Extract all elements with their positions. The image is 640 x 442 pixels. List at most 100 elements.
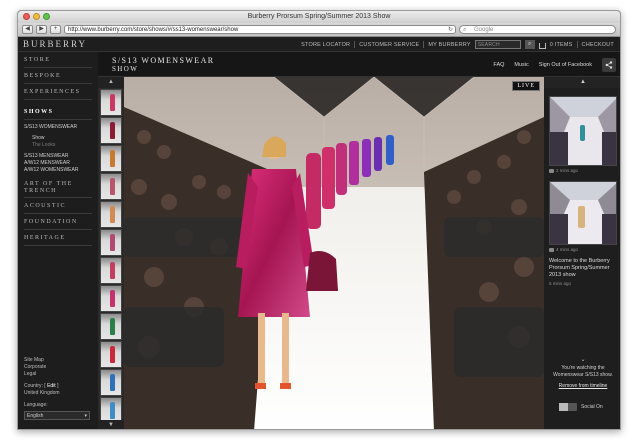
country-value: United Kingdom bbox=[24, 390, 60, 396]
sidebar-sub-ss13-womenswear[interactable]: S/S13 WOMENSWEAR bbox=[24, 124, 92, 131]
store-locator-link[interactable]: STORE LOCATOR bbox=[301, 42, 350, 48]
minimize-window-button[interactable] bbox=[33, 13, 40, 20]
site-header: BURBERRY STORE LOCATOR CUSTOMER SERVICE … bbox=[18, 37, 620, 52]
site-map-link[interactable]: Site Map bbox=[24, 357, 90, 364]
search-icon[interactable]: ⌕ bbox=[524, 40, 535, 49]
address-bar[interactable]: http://www.burberry.com/store/shows/#/ss… bbox=[64, 25, 456, 34]
sidebar-sub-the-looks[interactable]: The Looks bbox=[24, 142, 92, 149]
look-figure bbox=[110, 234, 115, 251]
corporate-link[interactable]: Corporate bbox=[24, 364, 90, 371]
chevron-down-icon[interactable]: ▼ bbox=[98, 420, 124, 429]
look-figure bbox=[110, 206, 115, 223]
browser-toolbar: ◀ ▶ + http://www.burberry.com/store/show… bbox=[18, 23, 620, 37]
timeline-text-post: Welcome to the Burberry Prorsum Spring/S… bbox=[549, 258, 610, 278]
sidebar-item-acoustic[interactable]: ACOUSTIC bbox=[24, 198, 92, 214]
forward-button[interactable]: ▶ bbox=[36, 25, 47, 34]
look-figure bbox=[110, 122, 115, 139]
sidebar-sub-aw12-menswear[interactable]: A/W12 MENSWEAR bbox=[24, 160, 92, 167]
share-icon bbox=[605, 60, 613, 69]
sidebar-item-experiences[interactable]: EXPERIENCES bbox=[24, 84, 92, 100]
post-meta-3: 6 mins ago bbox=[549, 281, 617, 286]
runway-photo-thumbnail bbox=[550, 182, 616, 244]
sidebar-item-art-of-the-trench[interactable]: ART OF THE TRENCH bbox=[24, 178, 92, 198]
runway-photo-thumbnail bbox=[550, 97, 616, 165]
show-title: S/S13 WOMENSWEAR SHOW bbox=[112, 57, 214, 74]
watching-notice: You're watching the Womenswear S/S13 sho… bbox=[549, 365, 617, 390]
chevron-up-icon[interactable]: ▲ bbox=[544, 77, 620, 88]
timeline-photo-1[interactable] bbox=[549, 96, 617, 166]
post-time: 2 mins ago bbox=[556, 168, 579, 173]
remove-from-timeline-link[interactable]: Remove from timeline bbox=[549, 383, 617, 390]
social-toggle-row: Social On bbox=[559, 403, 603, 411]
look-thumbnail[interactable] bbox=[100, 173, 122, 200]
site-search-input[interactable]: SEARCH bbox=[474, 40, 521, 49]
edit-country-link[interactable]: Edit bbox=[47, 383, 56, 389]
divider bbox=[423, 41, 425, 48]
look-thumbnail[interactable] bbox=[100, 89, 122, 116]
window-title: Burberry Prorsum Spring/Summer 2013 Show bbox=[247, 13, 391, 20]
look-thumbnail[interactable] bbox=[100, 201, 122, 228]
look-thumbnail[interactable] bbox=[100, 117, 122, 144]
look-figure bbox=[110, 346, 115, 363]
my-burberry-link[interactable]: MY BURBERRY bbox=[428, 42, 470, 48]
legal-link[interactable]: Legal bbox=[24, 371, 90, 378]
language-value: English bbox=[27, 413, 44, 419]
look-thumbnail[interactable] bbox=[100, 313, 122, 340]
look-thumbnail[interactable] bbox=[100, 369, 122, 396]
checkout-link[interactable]: CHECKOUT bbox=[582, 42, 614, 48]
country-row: Country: [ Edit ] bbox=[24, 383, 59, 389]
timeline-photo-2[interactable] bbox=[549, 181, 617, 245]
look-figure bbox=[110, 150, 115, 167]
post-meta-2: 4 mins ago bbox=[549, 247, 617, 252]
browser-search-field[interactable]: ⌕ Google bbox=[459, 25, 616, 34]
live-badge: LIVE bbox=[512, 81, 540, 91]
sidebar-item-heritage[interactable]: HERITAGE bbox=[24, 230, 92, 246]
social-toggle[interactable] bbox=[559, 403, 577, 411]
share-button[interactable] bbox=[602, 57, 616, 72]
language-select[interactable]: English ▾ bbox=[24, 411, 90, 420]
shopping-bag-icon[interactable] bbox=[538, 42, 546, 49]
sidebar-sub-aw12-womenswear[interactable]: A/W12 WOMENSWEAR bbox=[24, 167, 92, 174]
sidebar-sub-show[interactable]: Show bbox=[24, 135, 92, 142]
look-figure bbox=[110, 402, 115, 419]
look-thumbnail[interactable] bbox=[100, 257, 122, 284]
sidebar-item-bespoke[interactable]: BESPOKE bbox=[24, 68, 92, 84]
sidebar-sub-ss13-menswear[interactable]: S/S13 MENSWEAR bbox=[24, 153, 92, 160]
watching-text: You're watching the Womenswear S/S13 sho… bbox=[553, 365, 613, 378]
music-link[interactable]: Music bbox=[514, 62, 528, 68]
bag-items-count[interactable]: 0 ITEMS bbox=[550, 42, 573, 48]
sidebar-item-store[interactable]: STORE bbox=[24, 52, 92, 68]
show-banner: S/S13 WOMENSWEAR SHOW FAQ Music Sign Out… bbox=[98, 52, 620, 77]
close-window-button[interactable] bbox=[23, 13, 30, 20]
header-links: STORE LOCATOR CUSTOMER SERVICE MY BURBER… bbox=[301, 37, 614, 52]
divider bbox=[576, 41, 578, 48]
runway-live-stream[interactable]: LIVE bbox=[124, 77, 544, 429]
zoom-window-button[interactable] bbox=[43, 13, 50, 20]
sidebar-item-shows[interactable]: SHOWS bbox=[24, 104, 92, 120]
sign-out-facebook-link[interactable]: Sign Out of Facebook bbox=[539, 62, 592, 68]
left-sidebar: STORE BESPOKE EXPERIENCES SHOWS S/S13 WO… bbox=[18, 52, 98, 429]
sidebar-footer: Site Map Corporate Legal Country: [ Edit… bbox=[24, 357, 90, 420]
post-meta-1: 2 mins ago bbox=[549, 168, 617, 173]
thumbnail-list bbox=[98, 89, 124, 424]
faq-link[interactable]: FAQ bbox=[493, 62, 504, 68]
looks-thumbnail-strip: ▲ ▼ bbox=[98, 77, 124, 429]
look-thumbnail[interactable] bbox=[100, 145, 122, 172]
customer-service-link[interactable]: CUSTOMER SERVICE bbox=[359, 42, 419, 48]
back-button[interactable]: ◀ bbox=[22, 25, 33, 34]
look-thumbnail[interactable] bbox=[100, 229, 122, 256]
banner-links: FAQ Music Sign Out of Facebook bbox=[493, 52, 616, 77]
site-search-placeholder: SEARCH bbox=[477, 42, 500, 48]
look-thumbnail[interactable] bbox=[100, 341, 122, 368]
chevron-down-icon: ▾ bbox=[84, 413, 87, 419]
show-title-line2: SHOW bbox=[112, 65, 139, 73]
add-bookmark-button[interactable]: + bbox=[50, 25, 61, 34]
post-time: 6 mins ago bbox=[549, 281, 572, 286]
divider bbox=[354, 41, 356, 48]
look-thumbnail[interactable] bbox=[100, 285, 122, 312]
reload-icon[interactable]: ↻ bbox=[448, 26, 453, 33]
burberry-logo[interactable]: BURBERRY bbox=[23, 39, 87, 49]
look-figure bbox=[110, 290, 115, 307]
sidebar-item-foundation[interactable]: FOUNDATION bbox=[24, 214, 92, 230]
chevron-up-icon[interactable]: ▲ bbox=[98, 77, 124, 88]
